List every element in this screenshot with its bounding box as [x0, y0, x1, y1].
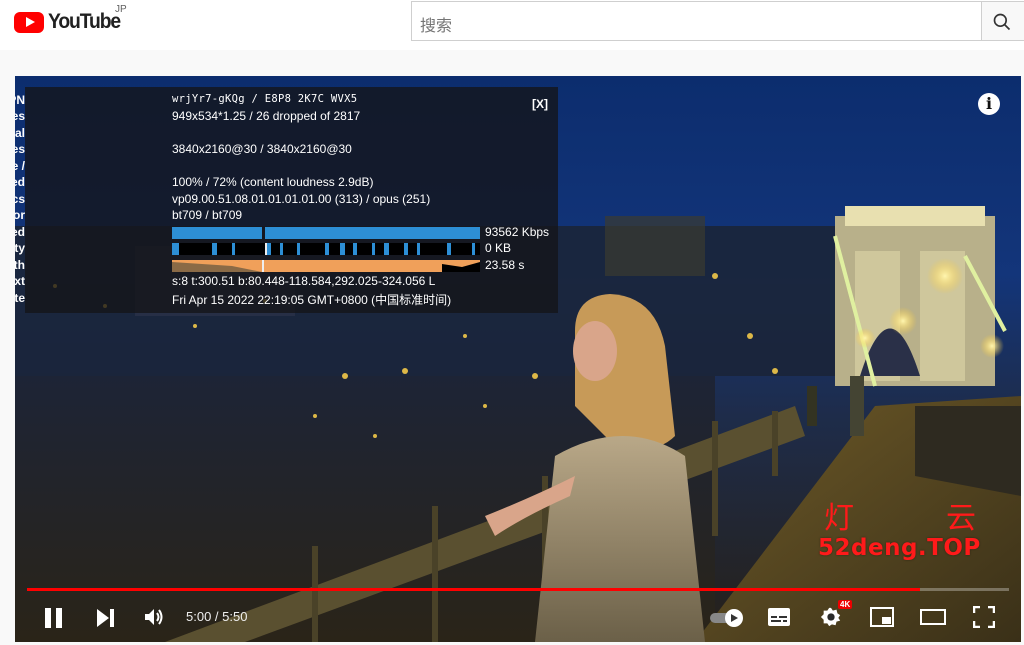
stats-value: vp09.00.51.08.01.01.01.01.00 (313) / opu… — [172, 192, 431, 206]
stats-for-nerds-panel: [X] Video ID / sCPN wrjYr7-gKQg / E8P8 2… — [15, 87, 558, 313]
stats-value: bt709 / bt709 — [172, 208, 243, 222]
stats-label: Current / Optimal — [15, 126, 25, 140]
stats-label: Mystery Text — [15, 274, 25, 288]
buffer-health-graph — [172, 260, 480, 272]
pause-icon[interactable] — [43, 606, 65, 630]
progress-bar-played — [27, 588, 920, 591]
subtitles-icon[interactable] — [767, 606, 791, 628]
stats-label: Video ID / sCPN — [15, 93, 25, 107]
stats-label: Viewport / Frames — [15, 109, 25, 123]
watermark-text: 52deng.TOP — [818, 535, 981, 561]
time-display: 5:00 / 5:50 — [186, 609, 248, 624]
stats-label: Color — [15, 208, 25, 222]
stats-label: Network Activity — [15, 241, 25, 255]
stats-label: Buffer Health — [15, 258, 25, 272]
stats-close-button[interactable]: [X] — [532, 97, 548, 111]
volume-icon[interactable] — [142, 605, 166, 629]
stats-label: Date — [15, 291, 25, 305]
stats-label: Normalized — [15, 175, 25, 189]
search-button[interactable] — [981, 1, 1024, 41]
stats-value: s:8 t:300.51 b:80.448-118.584,292.025-32… — [172, 274, 436, 288]
connection-speed-bar — [172, 227, 262, 239]
progress-bar[interactable] — [27, 588, 1009, 591]
search-icon — [993, 13, 1011, 31]
miniplayer-icon[interactable] — [870, 607, 894, 627]
settings-icon[interactable] — [820, 606, 842, 628]
masthead: YouTube JP 搜索 — [0, 0, 1024, 50]
watermark-char-right: 云 — [946, 501, 976, 536]
connection-speed-value: 93562 Kbps — [485, 225, 550, 239]
youtube-logo-icon — [14, 11, 44, 33]
buffer-health-value: 23.58 s — [485, 258, 525, 272]
youtube-logo[interactable]: YouTube — [14, 9, 126, 35]
network-activity-graph — [172, 243, 480, 255]
connection-speed-bar — [265, 227, 480, 239]
stats-value: 100% / 72% (content loudness 2.9dB) — [172, 175, 374, 189]
theater-icon[interactable] — [920, 609, 946, 625]
stats-label: Codecs — [15, 192, 25, 206]
autoplay-toggle-icon[interactable] — [708, 608, 744, 628]
watermark-char-left: 灯 — [824, 501, 854, 536]
logo-text: YouTube — [48, 10, 121, 33]
country-code: JP — [115, 4, 127, 15]
stats-label: Volume / — [15, 159, 25, 173]
stats-label: Connection Speed — [15, 225, 25, 239]
stats-value: 949x534*1.25 / 26 dropped of 2817 — [172, 109, 361, 123]
info-icon[interactable]: i — [978, 93, 1000, 115]
search-placeholder: 搜索 — [420, 18, 453, 35]
next-icon[interactable] — [95, 607, 117, 629]
stats-value: 3840x2160@30 / 3840x2160@30 — [172, 142, 352, 156]
search-input[interactable]: 搜索 — [411, 1, 982, 41]
quality-badge: 4K — [838, 600, 853, 609]
stats-value: Fri Apr 15 2022 22:19:05 GMT+0800 (中国标准时… — [172, 293, 452, 307]
fullscreen-icon[interactable] — [973, 606, 995, 628]
stats-label: Res — [15, 142, 25, 156]
network-activity-value: 0 KB — [485, 241, 512, 255]
stats-value: wrjYr7-gKQg / E8P8 2K7C WVX5 — [172, 93, 358, 105]
